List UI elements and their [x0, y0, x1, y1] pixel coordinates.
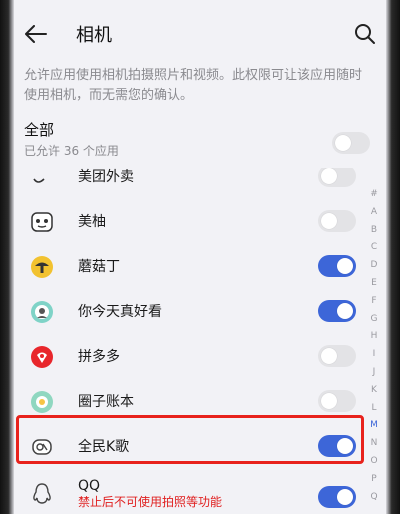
list-item: 蘑菇丁	[14, 244, 386, 289]
index-letter[interactable]: D	[371, 257, 378, 275]
list-item: 你今天真好看	[14, 289, 386, 334]
app-name: 美柚	[78, 213, 106, 230]
toggle-knob	[321, 168, 337, 184]
all-apps-toggle[interactable]	[332, 132, 370, 154]
quanzi-icon	[30, 390, 54, 414]
index-letter[interactable]: O	[370, 453, 377, 471]
index-letter[interactable]: K	[371, 382, 377, 400]
index-letter[interactable]: H	[371, 328, 378, 346]
index-letter[interactable]: B	[371, 222, 377, 240]
index-letter[interactable]: J	[373, 364, 376, 382]
toggle-knob	[337, 438, 353, 454]
toggle-knob	[321, 348, 337, 364]
list-item: QQ 禁止后不可使用拍照等功能	[14, 469, 386, 514]
list-item: 美团外卖	[14, 168, 386, 199]
device-bezel-left	[0, 0, 14, 514]
all-apps-row: 全部 已允许 36 个应用	[24, 120, 370, 164]
nijintian-icon	[30, 300, 54, 324]
moguding-icon	[30, 255, 54, 279]
index-letter[interactable]: N	[371, 435, 378, 453]
device-bezel-right	[386, 0, 400, 514]
index-letter[interactable]: P	[371, 471, 376, 489]
app-toggle[interactable]	[318, 390, 356, 412]
toggle-knob	[335, 135, 351, 151]
all-apps-count: 已允许 36 个应用	[24, 144, 119, 158]
toggle-knob	[337, 258, 353, 274]
list-item: 美柚	[14, 199, 386, 244]
app-toggle[interactable]	[318, 435, 356, 457]
list-item: 圈子账本	[14, 379, 386, 424]
index-letter[interactable]: M	[370, 417, 378, 435]
app-warning-text: 禁止后不可使用拍照等功能	[78, 495, 223, 509]
toggle-knob	[337, 303, 353, 319]
list-item: 全民K歌	[14, 424, 386, 469]
app-name: 你今天真好看	[78, 303, 162, 320]
toggle-knob	[337, 489, 353, 505]
app-toggle[interactable]	[318, 486, 356, 508]
pinduoduo-icon	[30, 345, 54, 369]
all-apps-title: 全部	[24, 121, 55, 139]
index-letter[interactable]: I	[373, 346, 376, 364]
index-letter[interactable]: L	[371, 400, 376, 418]
app-name: 蘑菇丁	[78, 258, 120, 275]
qq-icon	[30, 482, 54, 506]
toggle-knob	[321, 213, 337, 229]
back-arrow-icon[interactable]	[24, 22, 48, 46]
app-toggle[interactable]	[318, 255, 356, 277]
alphabet-index[interactable]: # A B C D E F G H I J K L M N O P Q	[368, 186, 380, 506]
index-letter[interactable]: G	[371, 311, 378, 329]
meituan-waimai-icon	[30, 168, 54, 189]
app-toggle[interactable]	[318, 210, 356, 232]
permission-description: 允许应用使用相机拍摄照片和视频。此权限可让该应用随时使用相机，而无需您的确认。	[24, 68, 363, 103]
app-toggle[interactable]	[318, 168, 356, 187]
app-name: 拼多多	[78, 348, 120, 365]
quanmin-kge-icon	[30, 435, 54, 459]
app-name: 圈子账本	[78, 393, 134, 410]
list-item: 拼多多	[14, 334, 386, 379]
app-bar: 相机	[14, 14, 386, 54]
index-letter[interactable]: #	[370, 186, 378, 204]
page-title: 相机	[76, 25, 112, 46]
app-name: 美团外卖	[78, 168, 134, 185]
index-letter[interactable]: Q	[370, 489, 377, 507]
search-icon[interactable]	[352, 21, 378, 47]
index-letter[interactable]: C	[371, 239, 377, 257]
meiyou-icon	[30, 210, 54, 234]
toggle-knob	[321, 393, 337, 409]
app-toggle[interactable]	[318, 345, 356, 367]
index-letter[interactable]: E	[371, 275, 377, 293]
app-name: 全民K歌	[78, 438, 130, 455]
app-toggle[interactable]	[318, 300, 356, 322]
index-letter[interactable]: A	[371, 204, 377, 222]
index-letter[interactable]: F	[371, 293, 376, 311]
app-name: QQ	[78, 478, 101, 494]
app-list[interactable]: 美团外卖 美柚 蘑菇丁 你今天真好看 拼多多 圈子账本 全民K歌 QQ 禁止后不…	[14, 168, 386, 514]
